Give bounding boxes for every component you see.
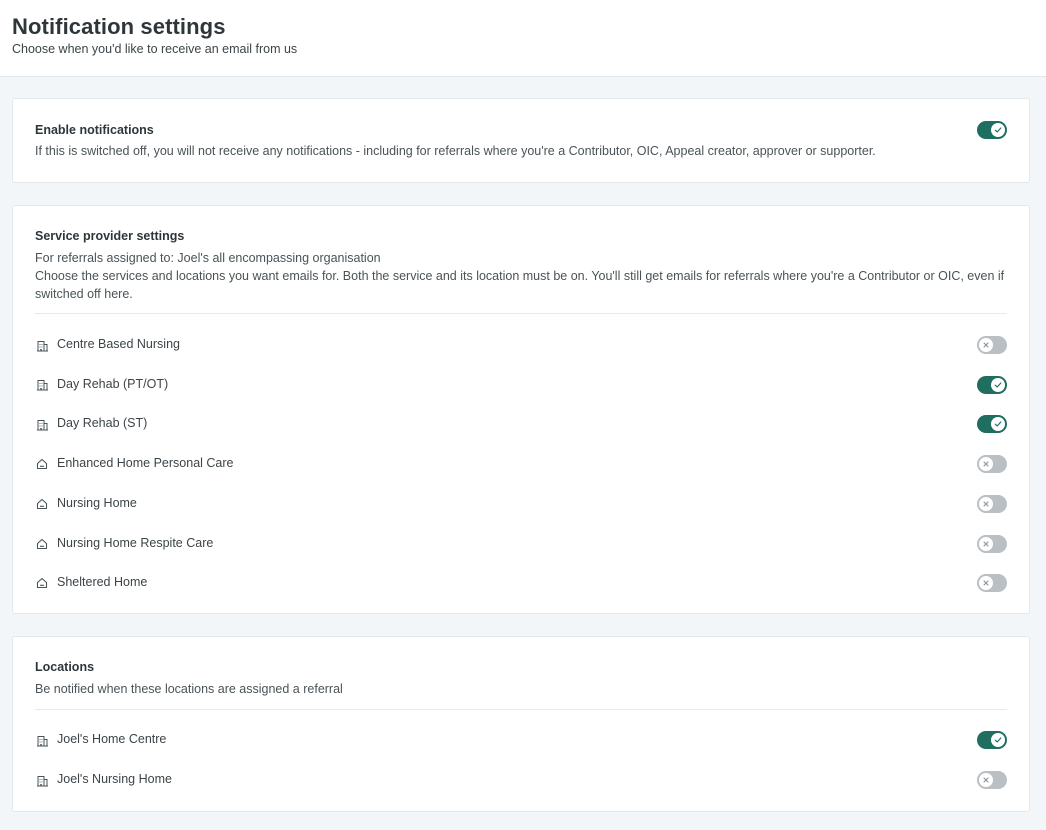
list-item-label: Nursing Home Respite Care [57,535,214,550]
building-icon [35,338,49,352]
toggle-knob [991,417,1005,432]
toggle-knob [979,536,993,551]
list-item-label: Joel's Nursing Home [57,772,172,786]
toggle-day-rehab-st[interactable] [977,415,1007,434]
list-item-label: Joel's Home Centre [57,732,167,746]
check-icon [994,127,1002,133]
building-icon [35,733,49,747]
toggle-joel-s-home-centre[interactable] [977,731,1007,749]
toggle-knob [979,496,993,511]
building-icon [35,378,49,392]
toggle-knob [979,773,993,787]
x-icon [983,461,989,467]
toggle-nursing-home[interactable] [977,494,1007,513]
toggle-nursing-home-respite-care[interactable] [977,534,1007,553]
toggle-joel-s-nursing-home[interactable] [977,771,1007,789]
check-icon [994,421,1002,427]
list-item-label: Nursing Home [57,495,137,510]
x-icon [983,342,989,348]
locations-title: Locations [35,660,95,674]
home-icon [35,537,49,551]
x-icon [983,580,989,586]
divider [35,709,1007,710]
toggle-knob [991,733,1005,747]
list-item-label: Centre Based Nursing [57,337,180,351]
toggle-knob [979,457,993,472]
toggle-knob [991,377,1005,392]
enable-notifications-description: If this is switched off, you will not re… [35,144,876,158]
service-provider-settings-card: Service provider settings For referrals … [12,205,1030,614]
check-icon [994,382,1002,388]
home-icon [35,457,49,471]
service-provider-settings-title: Service provider settings [35,229,185,243]
toggle-centre-based-nursing[interactable] [977,336,1007,354]
toggle-knob [991,123,1005,137]
toggle-knob [979,338,993,352]
x-icon [983,540,989,547]
toggle-day-rehab-pt-ot[interactable] [977,375,1007,394]
enable-notifications-toggle[interactable] [977,121,1007,139]
check-icon [994,737,1002,743]
page-subtitle: Choose when you'd like to receive an ema… [12,42,298,56]
building-icon [35,773,49,787]
list-item-label: Sheltered Home [57,575,148,590]
enable-notifications-title: Enable notifications [35,123,154,137]
service-provider-assigned-to: For referrals assigned to: Joel's all en… [35,251,381,265]
toggle-knob [979,576,993,591]
list-item-label: Enhanced Home Personal Care [57,456,234,471]
home-icon [35,576,49,590]
x-icon [983,777,989,783]
locations-card: Locations Be notified when these locatio… [12,636,1030,812]
enable-notifications-card: Enable notifications If this is switched… [12,98,1030,183]
list-item-label: Day Rehab (PT/OT) [57,376,169,391]
building-icon [35,417,49,431]
page-header: Notification settings Choose when you'd … [0,0,1046,77]
x-icon [983,501,989,507]
locations-description: Be notified when these locations are ass… [35,682,343,696]
toggle-enhanced-home-personal-care[interactable] [977,455,1007,474]
service-provider-description: Choose the services and locations you wa… [35,269,1005,301]
toggle-sheltered-home[interactable] [977,574,1007,593]
home-icon [35,497,49,511]
list-item-label: Day Rehab (ST) [57,416,148,431]
page-title: Notification settings [12,14,226,39]
divider [35,313,1007,314]
